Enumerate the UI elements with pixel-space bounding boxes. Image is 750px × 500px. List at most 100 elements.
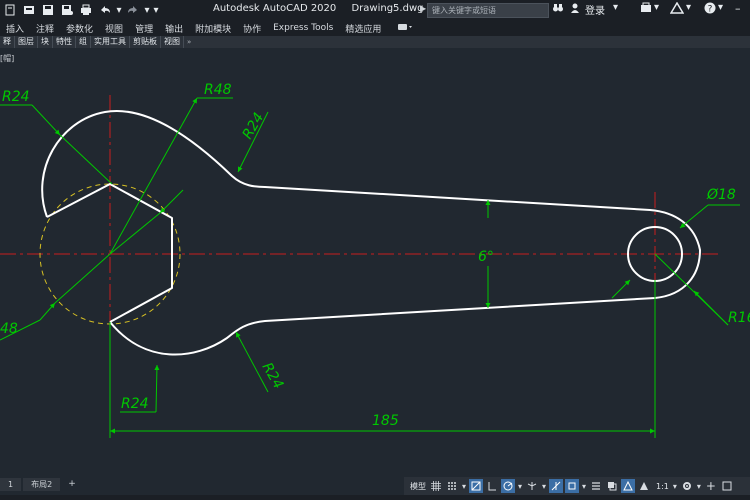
osnap-icon[interactable]	[565, 479, 579, 493]
redo-dropdown-icon[interactable]: ▾	[144, 2, 150, 18]
ribbon-tab-bar: 插入 注释 参数化 视图 管理 输出 附加模块 协作 Express Tools…	[0, 20, 750, 36]
panel-clipboard[interactable]: 剪贴板	[130, 36, 161, 48]
tab-express-tools[interactable]: Express Tools	[267, 23, 339, 33]
tab-insert[interactable]: 插入	[0, 22, 30, 35]
scale-dropdown-icon[interactable]: ▾	[672, 479, 678, 493]
ribbon-toggle-icon[interactable]	[387, 22, 413, 35]
user-icon[interactable]	[570, 2, 580, 17]
dimension-texts: R48 R24 48 R24 R24 R24 6° Ø18 R16 185	[0, 82, 750, 429]
ortho-icon[interactable]	[485, 479, 499, 493]
panel-utilities[interactable]: 实用工具	[91, 36, 130, 48]
tab-view[interactable]: 视图	[99, 22, 129, 35]
binoculars-icon[interactable]	[552, 2, 564, 17]
title-bar: ▾ ▾ ▾ Autodesk AutoCAD 2020 Drawing5.dwg…	[0, 0, 750, 20]
infer-constraints-icon[interactable]	[469, 479, 483, 493]
autocad-window: ▾ ▾ ▾ Autodesk AutoCAD 2020 Drawing5.dwg…	[0, 0, 750, 500]
isodraft-icon[interactable]	[525, 479, 539, 493]
polar-icon[interactable]	[501, 479, 515, 493]
title-arrow-icon[interactable]: ▶	[420, 4, 426, 13]
bottom-strip	[0, 495, 750, 500]
annotation-icon[interactable]	[621, 479, 635, 493]
redo-icon[interactable]	[125, 2, 141, 18]
tab-output[interactable]: 输出	[159, 22, 189, 35]
dim-r16-partial: R16	[728, 310, 750, 326]
svg-text:?: ?	[708, 5, 713, 15]
save-as-icon[interactable]	[59, 2, 75, 18]
osnap-dropdown-icon[interactable]: ▾	[581, 479, 587, 493]
panel-layers[interactable]: 图层	[15, 36, 38, 48]
cart-dropdown-icon[interactable]: ▾	[654, 2, 659, 13]
help-dropdown-icon[interactable]: ▾	[718, 2, 723, 13]
panel-block[interactable]: 块	[38, 36, 53, 48]
sign-in-dropdown-icon[interactable]: ▾	[613, 2, 618, 13]
annotation-monitor-icon[interactable]: +	[704, 479, 718, 493]
panel-expand-icon[interactable]: »	[184, 38, 194, 46]
file-name: Drawing5.dwg	[351, 3, 424, 14]
sign-in-link[interactable]: 登录	[585, 2, 605, 17]
tab-layout2[interactable]: 布局2	[23, 477, 61, 491]
model-space-button[interactable]: 模型	[407, 481, 429, 492]
fullscreen-icon[interactable]	[720, 479, 734, 493]
cart-icon[interactable]	[640, 2, 652, 17]
dia-leader-bottom	[611, 279, 631, 299]
customize-qat-icon[interactable]: ▾	[153, 2, 159, 18]
layout-tab-bar: 1 布局2 +	[0, 477, 400, 491]
snap-icon[interactable]	[445, 479, 459, 493]
minimize-icon[interactable]: –	[735, 2, 741, 15]
tab-parametric[interactable]: 参数化	[60, 22, 99, 35]
dimension-lines	[0, 97, 740, 438]
print-icon[interactable]	[78, 2, 94, 18]
panel-properties[interactable]: 特性	[53, 36, 76, 48]
tab-collaborate[interactable]: 协作	[237, 22, 267, 35]
r48-left-extension	[54, 253, 111, 304]
new-icon[interactable]	[2, 2, 18, 18]
dim-r24-lower-neck: R24	[259, 360, 287, 392]
ribbon-panel-bar: 释 图层 块 特性 组 实用工具 剪贴板 视图 »	[0, 36, 750, 48]
save-icon[interactable]	[40, 2, 56, 18]
lineweight-icon[interactable]	[589, 479, 603, 493]
search-input[interactable]: 键入关键字或短语	[427, 3, 549, 18]
a360-icon[interactable]	[669, 1, 685, 17]
workspace-icon[interactable]	[680, 479, 694, 493]
tab-annotate[interactable]: 注释	[30, 22, 60, 35]
help-icon[interactable]: ?	[704, 2, 716, 17]
otrack-icon[interactable]	[549, 479, 563, 493]
snap-dropdown-icon[interactable]: ▾	[461, 479, 467, 493]
panel-view[interactable]: 视图	[161, 36, 184, 48]
grid-icon[interactable]	[429, 479, 443, 493]
tab-manage[interactable]: 管理	[129, 22, 159, 35]
undo-icon[interactable]	[97, 2, 113, 18]
drawing-canvas[interactable]: R48 R24 48 R24 R24 R24 6° Ø18 R16 185	[0, 48, 750, 475]
polar-dropdown-icon[interactable]: ▾	[517, 479, 523, 493]
isodraft-dropdown-icon[interactable]: ▾	[541, 479, 547, 493]
wrench-body	[41, 109, 701, 356]
panel-groups[interactable]: 组	[76, 36, 91, 48]
workspace-dropdown-icon[interactable]: ▾	[696, 479, 702, 493]
a360-dropdown-icon[interactable]: ▾	[686, 2, 691, 13]
panel-annotation[interactable]: 释	[0, 36, 15, 48]
r24-bottom-leader	[154, 364, 160, 413]
annotation-scale[interactable]: 1:1	[653, 482, 672, 491]
r48-left-leader	[39, 302, 56, 321]
r24-topleft-leader	[31, 104, 61, 136]
search-placeholder: 键入关键字或短语	[432, 6, 496, 15]
dim-r48-top: R48	[204, 82, 232, 98]
transparency-icon[interactable]	[605, 479, 619, 493]
undo-dropdown-icon[interactable]: ▾	[116, 2, 122, 18]
dim-angle: 6°	[478, 249, 494, 265]
dia-leader-top	[679, 204, 709, 229]
dim-length: 185	[372, 413, 399, 429]
r16-leader	[693, 290, 729, 326]
quick-access-toolbar: ▾ ▾ ▾	[0, 0, 162, 20]
open-icon[interactable]	[21, 2, 37, 18]
dim-r24-top-left: R24	[2, 89, 30, 105]
center-lines	[0, 95, 720, 350]
tab-layout1[interactable]: 1	[0, 477, 22, 491]
tab-addins[interactable]: 附加模块	[189, 22, 237, 35]
add-layout-icon[interactable]: +	[62, 479, 82, 489]
app-title: Autodesk AutoCAD 2020	[213, 3, 337, 14]
annotation-visibility-icon[interactable]	[637, 479, 651, 493]
r48-top-leader	[109, 97, 198, 255]
tab-featured-apps[interactable]: 精选应用	[339, 22, 387, 35]
r24-lower-neck-leader	[235, 331, 269, 393]
